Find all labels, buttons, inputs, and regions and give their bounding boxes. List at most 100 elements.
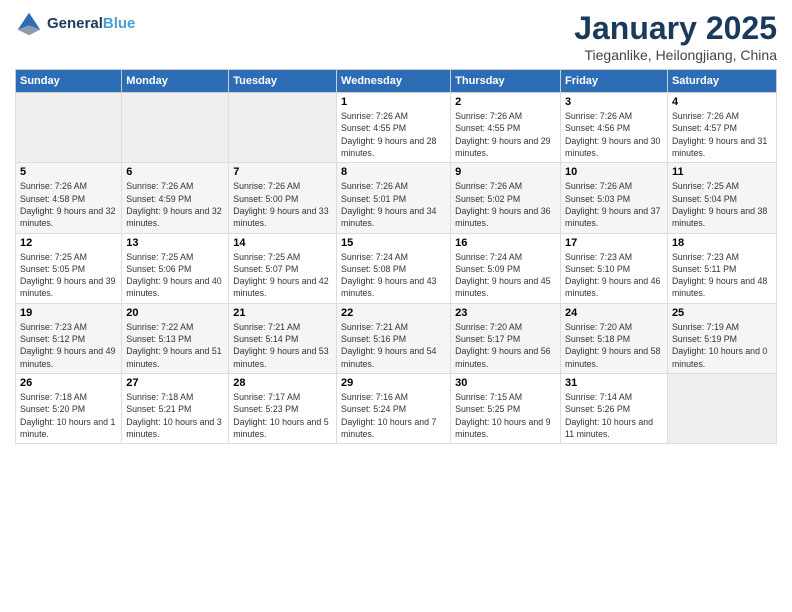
day-cell: 3 Sunrise: 7:26 AM Sunset: 4:56 PM Daylig… bbox=[561, 93, 668, 163]
day-number: 24 bbox=[565, 307, 663, 319]
day-detail: Sunrise: 7:22 AM Sunset: 5:13 PM Dayligh… bbox=[126, 321, 224, 370]
day-cell: 1Sunrise: 7:26 AM Sunset: 4:55 PM Daylig… bbox=[337, 93, 451, 163]
day-number: 25 bbox=[672, 307, 772, 319]
day-cell bbox=[667, 374, 776, 444]
day-number: 20 bbox=[126, 307, 224, 319]
day-detail: Sunrise: 7:26 AM Sunset: 4:58 PM Dayligh… bbox=[20, 180, 117, 229]
day-number: 12 bbox=[20, 237, 117, 249]
day-detail: Sunrise: 7:16 AM Sunset: 5:24 PM Dayligh… bbox=[341, 391, 446, 440]
day-cell: 19 Sunrise: 7:23 AM Sunset: 5:12 PM Dayli… bbox=[16, 303, 122, 373]
day-number: 6 bbox=[126, 166, 224, 178]
day-number: 3 bbox=[565, 96, 663, 108]
day-number: 4 bbox=[672, 96, 772, 108]
day-detail: Sunrise: 7:26 AM Sunset: 4:59 PM Dayligh… bbox=[126, 180, 224, 229]
day-number: 30 bbox=[455, 377, 556, 389]
day-cell: 23Sunrise: 7:20 AM Sunset: 5:17 PM Dayli… bbox=[451, 303, 561, 373]
day-number: 29 bbox=[341, 377, 446, 389]
day-number: 28 bbox=[233, 377, 332, 389]
day-number: 18 bbox=[672, 237, 772, 249]
day-cell: 7 Sunrise: 7:26 AM Sunset: 5:00 PM Daylig… bbox=[229, 163, 337, 233]
col-friday: Friday bbox=[561, 70, 668, 93]
day-detail: Sunrise: 7:26 AM Sunset: 5:00 PM Dayligh… bbox=[233, 180, 332, 229]
day-detail: Sunrise: 7:26 AM Sunset: 4:55 PM Dayligh… bbox=[341, 110, 446, 159]
day-detail: Sunrise: 7:23 AM Sunset: 5:12 PM Dayligh… bbox=[20, 321, 117, 370]
day-number: 8 bbox=[341, 166, 446, 178]
page: GeneralBlue January 2025 Tieganlike, Hei… bbox=[0, 0, 792, 612]
day-cell: 18 Sunrise: 7:23 AM Sunset: 5:11 PM Dayli… bbox=[667, 233, 776, 303]
day-number: 7 bbox=[233, 166, 332, 178]
day-cell: 27 Sunrise: 7:18 AM Sunset: 5:21 PM Dayli… bbox=[122, 374, 229, 444]
subtitle: Tieganlike, Heilongjiang, China bbox=[574, 47, 777, 63]
title-block: January 2025 Tieganlike, Heilongjiang, C… bbox=[574, 10, 777, 63]
col-sunday: Sunday bbox=[16, 70, 122, 93]
day-cell: 6 Sunrise: 7:26 AM Sunset: 4:59 PM Daylig… bbox=[122, 163, 229, 233]
day-number: 21 bbox=[233, 307, 332, 319]
day-detail: Sunrise: 7:26 AM Sunset: 5:02 PM Dayligh… bbox=[455, 180, 556, 229]
day-detail: Sunrise: 7:26 AM Sunset: 4:56 PM Dayligh… bbox=[565, 110, 663, 159]
week-row-2: 5 Sunrise: 7:26 AM Sunset: 4:58 PM Daylig… bbox=[16, 163, 777, 233]
day-cell: 12Sunrise: 7:25 AM Sunset: 5:05 PM Dayli… bbox=[16, 233, 122, 303]
col-wednesday: Wednesday bbox=[337, 70, 451, 93]
day-cell: 16 Sunrise: 7:24 AM Sunset: 5:09 PM Dayli… bbox=[451, 233, 561, 303]
day-number: 2 bbox=[455, 96, 556, 108]
day-cell: 25Sunrise: 7:19 AM Sunset: 5:19 PM Dayli… bbox=[667, 303, 776, 373]
day-number: 16 bbox=[455, 237, 556, 249]
day-number: 9 bbox=[455, 166, 556, 178]
day-detail: Sunrise: 7:26 AM Sunset: 4:55 PM Dayligh… bbox=[455, 110, 556, 159]
day-cell: 4 Sunrise: 7:26 AM Sunset: 4:57 PM Daylig… bbox=[667, 93, 776, 163]
day-cell bbox=[16, 93, 122, 163]
day-detail: Sunrise: 7:24 AM Sunset: 5:09 PM Dayligh… bbox=[455, 251, 556, 300]
day-detail: Sunrise: 7:20 AM Sunset: 5:17 PM Dayligh… bbox=[455, 321, 556, 370]
day-detail: Sunrise: 7:18 AM Sunset: 5:21 PM Dayligh… bbox=[126, 391, 224, 440]
day-number: 17 bbox=[565, 237, 663, 249]
day-cell: 30 Sunrise: 7:15 AM Sunset: 5:25 PM Dayli… bbox=[451, 374, 561, 444]
day-detail: Sunrise: 7:25 AM Sunset: 5:06 PM Dayligh… bbox=[126, 251, 224, 300]
day-number: 14 bbox=[233, 237, 332, 249]
col-thursday: Thursday bbox=[451, 70, 561, 93]
day-number: 11 bbox=[672, 166, 772, 178]
day-number: 10 bbox=[565, 166, 663, 178]
main-title: January 2025 bbox=[574, 10, 777, 47]
day-number: 27 bbox=[126, 377, 224, 389]
day-cell: 17Sunrise: 7:23 AM Sunset: 5:10 PM Dayli… bbox=[561, 233, 668, 303]
day-detail: Sunrise: 7:26 AM Sunset: 4:57 PM Dayligh… bbox=[672, 110, 772, 159]
day-number: 15 bbox=[341, 237, 446, 249]
day-number: 13 bbox=[126, 237, 224, 249]
day-detail: Sunrise: 7:20 AM Sunset: 5:18 PM Dayligh… bbox=[565, 321, 663, 370]
day-cell bbox=[122, 93, 229, 163]
day-cell: 14 Sunrise: 7:25 AM Sunset: 5:07 PM Dayli… bbox=[229, 233, 337, 303]
day-cell: 20 Sunrise: 7:22 AM Sunset: 5:13 PM Dayli… bbox=[122, 303, 229, 373]
day-cell: 28 Sunrise: 7:17 AM Sunset: 5:23 PM Dayli… bbox=[229, 374, 337, 444]
day-cell: 10 Sunrise: 7:26 AM Sunset: 5:03 PM Dayli… bbox=[561, 163, 668, 233]
logo-text: GeneralBlue bbox=[47, 15, 135, 32]
day-detail: Sunrise: 7:17 AM Sunset: 5:23 PM Dayligh… bbox=[233, 391, 332, 440]
header: GeneralBlue January 2025 Tieganlike, Hei… bbox=[15, 10, 777, 63]
day-cell: 31Sunrise: 7:14 AM Sunset: 5:26 PM Dayli… bbox=[561, 374, 668, 444]
day-detail: Sunrise: 7:24 AM Sunset: 5:08 PM Dayligh… bbox=[341, 251, 446, 300]
day-number: 19 bbox=[20, 307, 117, 319]
day-cell bbox=[229, 93, 337, 163]
day-detail: Sunrise: 7:25 AM Sunset: 5:07 PM Dayligh… bbox=[233, 251, 332, 300]
day-detail: Sunrise: 7:14 AM Sunset: 5:26 PM Dayligh… bbox=[565, 391, 663, 440]
day-cell: 5 Sunrise: 7:26 AM Sunset: 4:58 PM Daylig… bbox=[16, 163, 122, 233]
logo-icon bbox=[15, 10, 43, 38]
day-cell: 15 Sunrise: 7:24 AM Sunset: 5:08 PM Dayli… bbox=[337, 233, 451, 303]
calendar-table: Sunday Monday Tuesday Wednesday Thursday… bbox=[15, 69, 777, 444]
logo: GeneralBlue bbox=[15, 10, 135, 38]
day-cell: 2 Sunrise: 7:26 AM Sunset: 4:55 PM Daylig… bbox=[451, 93, 561, 163]
col-saturday: Saturday bbox=[667, 70, 776, 93]
day-detail: Sunrise: 7:26 AM Sunset: 5:01 PM Dayligh… bbox=[341, 180, 446, 229]
day-cell: 29 Sunrise: 7:16 AM Sunset: 5:24 PM Dayli… bbox=[337, 374, 451, 444]
day-number: 26 bbox=[20, 377, 117, 389]
day-cell: 22Sunrise: 7:21 AM Sunset: 5:16 PM Dayli… bbox=[337, 303, 451, 373]
week-row-1: 1Sunrise: 7:26 AM Sunset: 4:55 PM Daylig… bbox=[16, 93, 777, 163]
col-tuesday: Tuesday bbox=[229, 70, 337, 93]
col-monday: Monday bbox=[122, 70, 229, 93]
week-row-5: 26 Sunrise: 7:18 AM Sunset: 5:20 PM Dayli… bbox=[16, 374, 777, 444]
day-detail: Sunrise: 7:26 AM Sunset: 5:03 PM Dayligh… bbox=[565, 180, 663, 229]
day-detail: Sunrise: 7:25 AM Sunset: 5:04 PM Dayligh… bbox=[672, 180, 772, 229]
day-detail: Sunrise: 7:15 AM Sunset: 5:25 PM Dayligh… bbox=[455, 391, 556, 440]
day-number: 5 bbox=[20, 166, 117, 178]
day-detail: Sunrise: 7:18 AM Sunset: 5:20 PM Dayligh… bbox=[20, 391, 117, 440]
day-detail: Sunrise: 7:23 AM Sunset: 5:11 PM Dayligh… bbox=[672, 251, 772, 300]
